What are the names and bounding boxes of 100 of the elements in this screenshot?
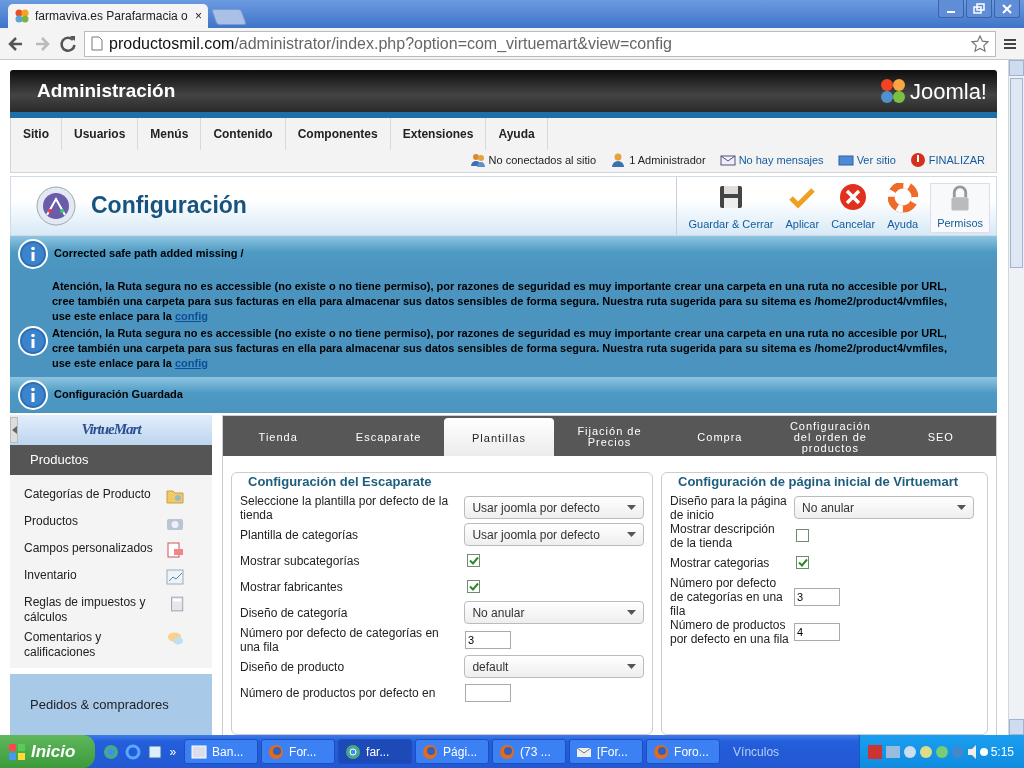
warning-text: Atención, la Ruta segura no es accessible (no existe o no tiene permiso), por razones de seguridad es muy importante crear una carpeta en una ruta no accesible por URL, cree también una carpeta para sus facturas en ella para almacenar sus datos sensibles de forma segura. Nuestra ruta sugerida para su sitema es /home2/product4/vmfiles, use este enlace para la config — [52, 278, 949, 324]
status-link[interactable]: No hay mensajes — [719, 152, 824, 169]
calculator-icon — [168, 594, 184, 613]
input-field[interactable] — [465, 683, 511, 702]
caret-icon — [627, 610, 636, 615]
caret-icon — [627, 505, 636, 510]
toolbar-button[interactable]: Aplicar — [779, 182, 826, 233]
toolbar-label[interactable]: Vínculos — [723, 742, 790, 761]
field-label: Mostrar descripción de la tienda — [670, 521, 776, 550]
config-tab[interactable]: SEO — [885, 415, 996, 456]
collapse-handle[interactable] — [10, 416, 18, 443]
section-header[interactable]: Productos — [10, 444, 212, 475]
checkbox[interactable] — [467, 580, 480, 593]
status-text: No conectados al sitio — [469, 152, 597, 169]
config-tab[interactable]: Escaparate — [333, 415, 444, 456]
toolbar-button[interactable]: Cancelar — [825, 182, 882, 233]
checkbox[interactable] — [467, 554, 480, 567]
menu-item[interactable]: Extensiones — [390, 118, 487, 150]
monitor-icon — [837, 152, 854, 169]
dropdown[interactable]: No anular — [794, 496, 974, 519]
section-header[interactable]: Pedidos & compradores — [10, 673, 212, 735]
status-text: 1 Administrador — [610, 152, 706, 169]
taskbar-button[interactable]: Pági... — [415, 739, 490, 764]
checkbox[interactable] — [796, 529, 809, 542]
taskbar-button[interactable]: far... — [338, 739, 413, 764]
toolbar-button[interactable]: Permisos — [930, 182, 990, 233]
input-field[interactable]: 3 — [794, 587, 840, 606]
caret-icon — [957, 505, 966, 510]
reload-icon[interactable] — [58, 33, 78, 54]
flower-icon — [14, 8, 30, 24]
sidebar-link[interactable]: Campos personalizados — [24, 540, 153, 556]
sidebar-link[interactable]: Inventario — [24, 567, 77, 583]
menu-item[interactable]: Contenido — [201, 118, 286, 150]
toolbar-button[interactable]: Guardar & Cerrar — [682, 182, 780, 233]
field-label: Mostrar subcategorías — [240, 553, 361, 568]
config-tab[interactable]: Tienda — [223, 415, 334, 456]
address-bar[interactable]: productosmil.com/administrator/index.php?option=com_virtuemart&view=config — [84, 30, 996, 57]
sidebar-link[interactable]: Productos — [24, 513, 79, 529]
envelope-icon — [719, 152, 736, 169]
restore-icon[interactable] — [971, 1, 987, 16]
sidebar-link[interactable]: Categorías de Producto — [24, 486, 151, 502]
new-tab-button[interactable] — [211, 9, 247, 25]
chart-icon — [166, 567, 184, 586]
scrollbar[interactable] — [1008, 60, 1024, 735]
close-icon[interactable]: × — [195, 7, 202, 25]
taskbar-button[interactable]: Ban... — [184, 739, 259, 764]
field-label: Diseño para la página de inicio — [670, 493, 788, 522]
dropdown[interactable]: No anular — [464, 601, 644, 624]
form-icon — [166, 540, 184, 559]
input-field[interactable]: 3 — [465, 630, 511, 649]
menu-item[interactable]: Menús — [138, 118, 202, 150]
taskbar-button[interactable]: For... — [261, 739, 336, 764]
browser-tab[interactable]: farmaviva.es Parafarmacia o × — [8, 4, 208, 28]
dropdown[interactable]: Usar joomla por defecto — [464, 496, 644, 519]
page-title: Configuración — [91, 191, 247, 221]
cancel-icon — [838, 183, 869, 213]
dropdown[interactable]: Usar joomla por defecto — [464, 523, 644, 546]
config-tab[interactable]: Fijación de Precios — [554, 415, 665, 456]
warning-text: Atención, la Ruta segura no es accessible (no existe o no tiene permiso), por razones de seguridad es muy importante crear una carpeta en una ruta no accesible por URL, cree también una carpeta para sus facturas en ella para almacenar sus datos sensibles de forma segura. Nuestra ruta sugerida para su sitema es /home2/product4/vmfiles, use este enlace para la config — [52, 325, 949, 371]
taskbar-button[interactable]: Foro... — [646, 739, 721, 764]
field-label: Número por defecto de categorías en una fila — [240, 625, 440, 654]
checkbox[interactable] — [796, 556, 809, 569]
user-icon — [610, 152, 627, 169]
menu-item[interactable]: Ayuda — [486, 118, 548, 150]
menu-item[interactable]: Componentes — [285, 118, 391, 150]
menu-item[interactable]: Usuarios — [62, 118, 139, 150]
field-label: Plantilla de categorías — [240, 527, 360, 542]
sidebar-link[interactable]: Reglas de impuestos y cálculos — [24, 594, 169, 625]
input-field[interactable]: 4 — [794, 622, 840, 641]
status-link[interactable]: Ver sitio — [837, 152, 896, 169]
windows-flag-icon — [8, 742, 26, 761]
logo-text: Joomla! — [909, 77, 987, 106]
dropdown[interactable]: default — [464, 655, 644, 678]
config-tab[interactable]: Configuración del orden de productos — [775, 415, 886, 456]
taskbar-button[interactable]: (73 ... — [492, 739, 567, 764]
toolbar-button[interactable]: Ayuda — [881, 182, 925, 233]
message-text: Corrected safe path added missing / — [54, 246, 244, 262]
tab-title: farmaviva.es Parafarmacia o — [35, 8, 188, 25]
info-icon — [18, 238, 48, 269]
close-icon[interactable] — [999, 1, 1015, 16]
config-tab[interactable]: Plantillas — [443, 417, 555, 456]
info-icon — [18, 379, 48, 410]
caret-icon — [627, 664, 636, 669]
info-icon — [18, 325, 48, 356]
config-tab[interactable]: Compra — [664, 415, 776, 456]
power-icon — [909, 152, 926, 169]
star-icon[interactable] — [971, 34, 989, 53]
more-button[interactable]: » — [169, 742, 177, 761]
taskbar-button[interactable]: [For... — [569, 739, 644, 764]
field-label: Número de productos por defecto en — [240, 685, 437, 700]
window-icon — [191, 743, 208, 760]
header-title: Administración — [37, 78, 176, 103]
lifebuoy-icon — [887, 183, 918, 213]
sidebar-link[interactable]: Comentarios y calificaciones — [24, 629, 168, 660]
field-label: Diseño de producto — [240, 659, 346, 674]
page-icon — [91, 36, 103, 51]
component-logo-icon — [35, 184, 77, 227]
field-label: Mostrar categorias — [670, 555, 771, 570]
status-link[interactable]: FINALIZAR — [909, 152, 985, 169]
menu-item[interactable]: Sitio — [11, 118, 62, 150]
